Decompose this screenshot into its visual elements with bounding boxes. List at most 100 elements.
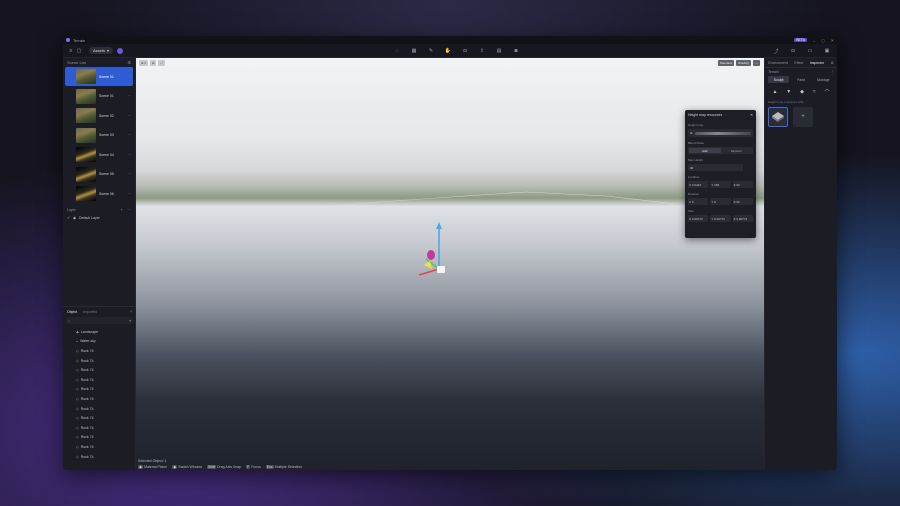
rotation-x-input[interactable]: X 0	[688, 198, 709, 205]
list-item[interactable]: ◇ Rock 74	[63, 433, 136, 443]
scene-item[interactable]: Scene 03 ⋯	[65, 126, 133, 145]
workspace-selector[interactable]: Assets ▾	[89, 47, 114, 54]
object-search-input[interactable]	[71, 318, 130, 323]
height-input[interactable]: 30	[688, 164, 743, 171]
minimize-button[interactable]: –	[813, 38, 815, 43]
scene-more-button[interactable]: ⋯	[128, 133, 132, 137]
file-icon[interactable]: ▢	[75, 47, 83, 55]
dialog-close-button[interactable]: ✕	[750, 113, 753, 117]
tab-imported[interactable]: Imported	[83, 310, 97, 314]
location-x-input[interactable]: X 0.0422	[688, 181, 709, 188]
maximize-button[interactable]: ◻	[821, 38, 824, 43]
scene-item[interactable]: Scene 04 ⋯	[65, 145, 133, 164]
rotate-handle[interactable]	[427, 250, 435, 260]
list-item[interactable]: ◒ Water-sky	[63, 337, 136, 347]
list-item[interactable]: ◇ Rock 74	[63, 442, 136, 452]
transform-gizmo[interactable]	[416, 221, 466, 276]
object-label: Rock 74	[80, 368, 94, 373]
avatar[interactable]	[117, 47, 124, 54]
list-item[interactable]: ◇ Rock 74	[63, 375, 136, 385]
list-item[interactable]: ◇ Rock 74	[63, 356, 136, 366]
heightmap-asset[interactable]	[768, 107, 788, 127]
terrain-section-title: Terrain	[768, 70, 779, 74]
y-axis-arrow[interactable]	[436, 222, 442, 229]
scene-item[interactable]: Scene 05 ⋯	[65, 165, 133, 184]
layer-more-button[interactable]: ⋯	[128, 208, 132, 212]
menu-icon[interactable]: ≡	[67, 47, 75, 55]
hand-icon[interactable]: ✋	[444, 47, 452, 55]
camera-icon[interactable]: ◘	[461, 47, 469, 55]
add-asset-button[interactable]: +	[793, 107, 813, 127]
scene-more-button[interactable]: ⋯	[128, 94, 132, 98]
scene-item[interactable]: Scene 01 ⋯	[65, 87, 133, 106]
size-y-input[interactable]: Y 0.00772	[710, 215, 731, 222]
tab-sculpt[interactable]: Sculpt	[768, 76, 790, 83]
scene-more-button[interactable]: ⋯	[128, 172, 132, 176]
snapshot-icon[interactable]: ◘	[789, 47, 797, 55]
tab-manage[interactable]: Manage	[813, 76, 834, 83]
size-z-input[interactable]: Z 0.00772	[732, 215, 753, 222]
hint-focus: F Focus	[246, 465, 261, 469]
brush-icon[interactable]: ✎	[427, 47, 435, 55]
scene-more-button[interactable]: ⋯	[128, 192, 132, 196]
settings-icon[interactable]: ⚙	[831, 61, 834, 65]
flatten-brush-icon[interactable]: ◆	[800, 89, 804, 96]
raise-brush-icon[interactable]: ▲	[772, 89, 777, 96]
x-axis-handle[interactable]	[418, 268, 440, 276]
scene-more-button[interactable]: ⋯	[128, 75, 132, 79]
scene-more-button[interactable]: ⋯	[128, 153, 132, 157]
hill-brush-icon[interactable]: ⌒	[825, 89, 830, 96]
tab-paint[interactable]: Paint	[790, 76, 811, 83]
list-item[interactable]: ◇ Rock 74	[63, 452, 136, 462]
tab-environment[interactable]: Environment	[768, 61, 788, 65]
heightmap-picker[interactable]: ⊕	[688, 129, 753, 137]
scene-more-button[interactable]: ⋯	[128, 114, 132, 118]
rotation-z-input[interactable]: Z 90	[732, 198, 753, 205]
eye-icon[interactable]: ◉	[73, 216, 76, 220]
filter-icon[interactable]: ▾	[129, 319, 131, 323]
add-object-button[interactable]: +	[130, 310, 132, 314]
scene-item[interactable]: Scene 06 ⋯	[65, 184, 133, 203]
export-icon[interactable]: ⇪	[478, 47, 486, 55]
list-item[interactable]: ◇ Rock 74	[63, 413, 136, 423]
share-icon[interactable]: ⤴	[772, 47, 780, 55]
add-layer-button[interactable]: +	[120, 208, 122, 212]
scene-item[interactable]: Scene 02 ⋯	[65, 106, 133, 125]
workspace-label: Assets	[93, 48, 106, 53]
vr-icon[interactable]: ◙	[512, 47, 520, 55]
object-panel: Object Imported + ⌕ ▾ ⛰ Landscape ◒ Water-…	[63, 306, 136, 470]
chevron-down-icon: ▾	[107, 48, 110, 53]
smooth-brush-icon[interactable]: ≈	[813, 89, 816, 96]
scene-item[interactable]: Scene 01 ⋯	[65, 67, 133, 86]
scene-list-title: Scene List	[67, 60, 86, 65]
scale-handle[interactable]	[437, 266, 445, 273]
section-more-button[interactable]: ⋮	[831, 70, 835, 74]
list-item[interactable]: ◇ Rock 74	[63, 385, 136, 395]
size-x-input[interactable]: X 0.00772	[688, 215, 709, 222]
tab-object[interactable]: Object	[67, 310, 77, 314]
list-item[interactable]: ◇ Rock 74	[63, 394, 136, 404]
list-item[interactable]: ◇ Rock 74	[63, 365, 136, 375]
layout-icon[interactable]: ▭	[806, 47, 814, 55]
rotation-y-input[interactable]: Y 0	[710, 198, 731, 205]
blend-add-button[interactable]: Add	[689, 148, 721, 153]
layers-icon[interactable]: ▤	[495, 47, 503, 55]
layer-item[interactable]: ✓ ◉ Default Layer	[63, 214, 135, 222]
close-button[interactable]: ✕	[831, 38, 834, 43]
light-icon[interactable]: ◌	[393, 47, 401, 55]
lower-brush-icon[interactable]: ▼	[786, 89, 791, 96]
location-y-input[interactable]: Y 166	[710, 181, 731, 188]
3d-viewport[interactable]: ⊕ ▾ ⊞ ⤢ Standard Shading ⋯ Selected Obje…	[136, 58, 764, 470]
list-item[interactable]: ⛰ Landscape	[63, 327, 136, 337]
tab-inspector[interactable]: Inspector	[810, 61, 824, 65]
grid-icon[interactable]: ▦	[410, 47, 418, 55]
tab-effect[interactable]: Effect	[794, 61, 803, 65]
scene-settings-icon[interactable]: ⚙	[127, 60, 131, 65]
location-z-input[interactable]: Z 93	[732, 181, 753, 188]
list-item[interactable]: ◇ Rock 74	[63, 423, 136, 433]
blend-replace-button[interactable]: Replace	[721, 148, 753, 153]
list-item[interactable]: ◇ Rock 74	[63, 404, 136, 414]
screen-icon[interactable]: ▣	[823, 47, 831, 55]
list-item[interactable]: ◇ Rock 74	[63, 346, 136, 356]
heightmap-dialog: Height map resources ✕ Height map ⊕ Blen…	[685, 110, 756, 238]
